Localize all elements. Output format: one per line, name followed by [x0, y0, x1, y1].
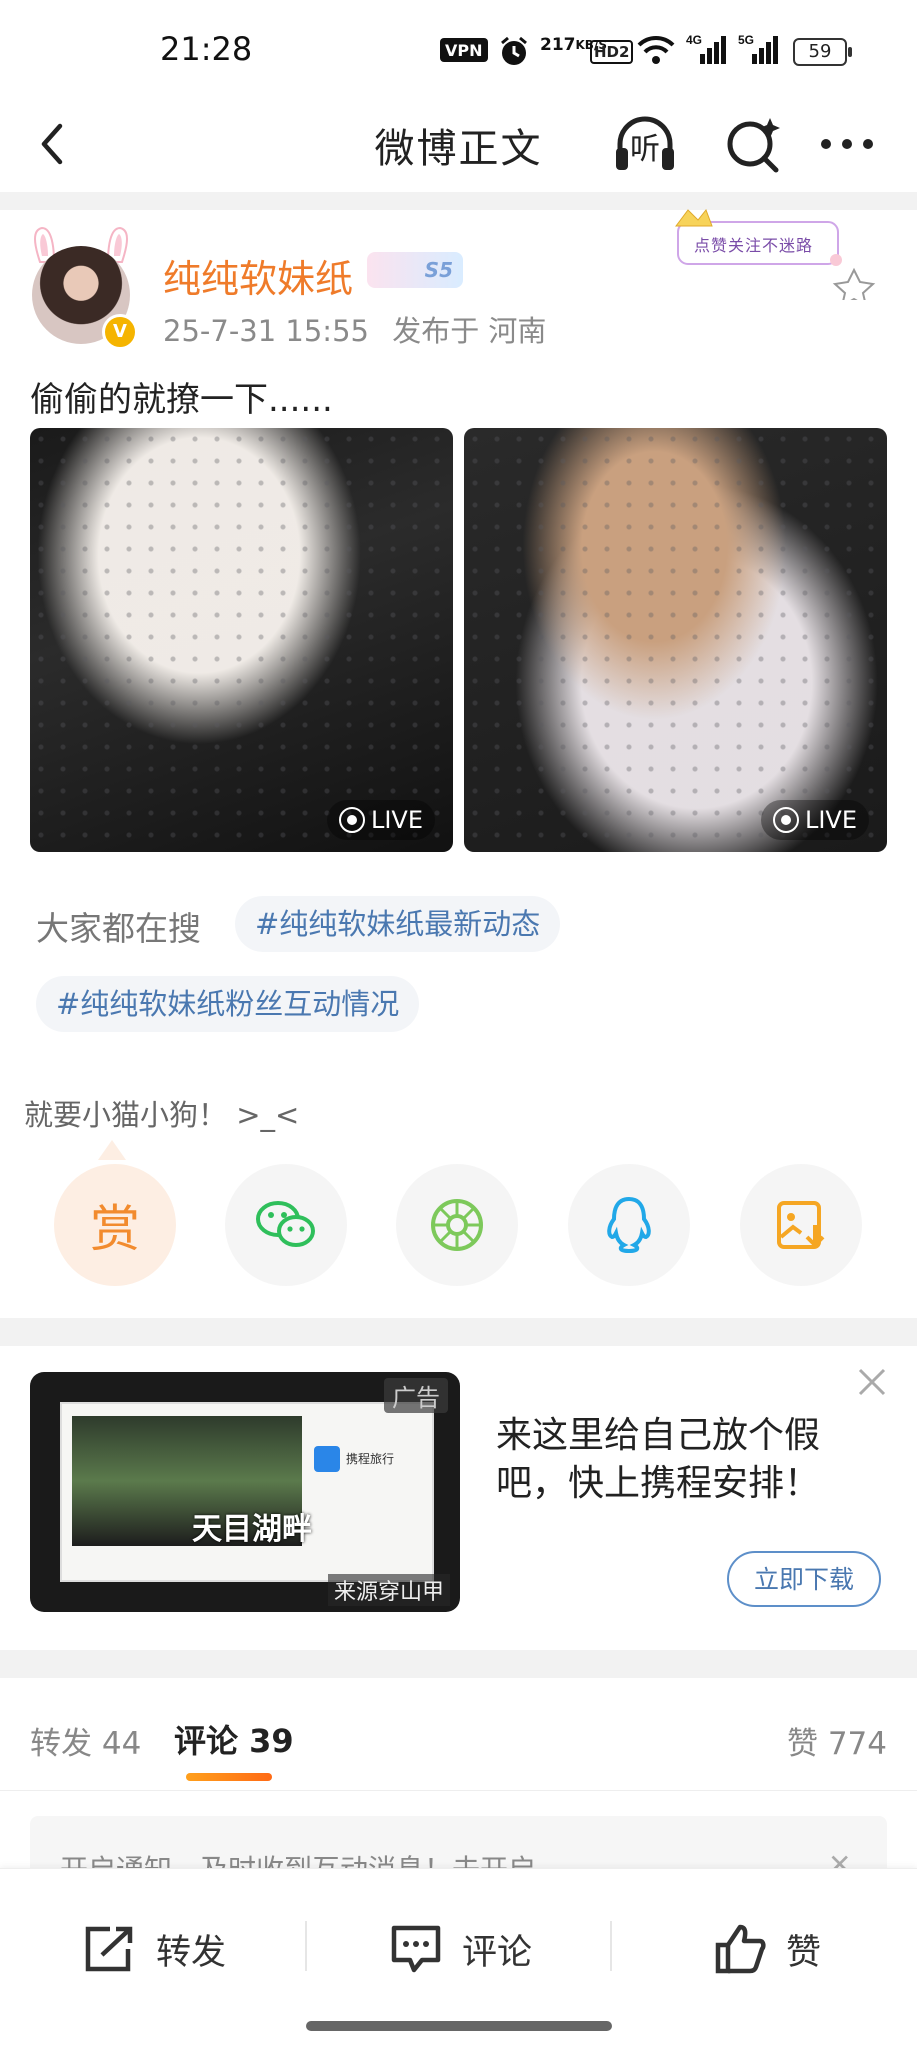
live-photo-badge[interactable]: LIVE [760, 800, 869, 840]
qq-icon [607, 1196, 651, 1254]
user-level-badge: S5 [367, 252, 463, 288]
download-button[interactable]: 立即下载 [727, 1551, 881, 1607]
post-photo-1[interactable]: LIVE [30, 428, 453, 852]
user-name[interactable]: 纯纯软妹纸 [163, 248, 353, 303]
reward-message: 就要小猫小狗！ >_< [24, 1098, 300, 1132]
svg-text:5G: 5G [738, 33, 754, 47]
ctrip-logo-icon [314, 1446, 340, 1472]
nav-header: 微博正文 听 [0, 100, 917, 192]
search-icon[interactable] [718, 108, 788, 178]
status-bar: 21:28 VPN 217 KB/S HD2 4G 5G 59 [0, 0, 917, 100]
sticker-text: 点赞关注不迷路 [694, 236, 814, 255]
back-button[interactable] [30, 114, 90, 174]
live-icon [338, 807, 365, 833]
status-time: 21:28 [160, 30, 253, 68]
signal-4g-icon: 4G [686, 33, 726, 64]
save-image-button[interactable] [740, 1164, 862, 1286]
ad-brand: 携程旅行 [346, 1452, 395, 1466]
verified-badge-icon: V [102, 314, 138, 350]
live-photo-badge[interactable]: LIVE [326, 800, 435, 840]
more-options-icon[interactable] [812, 108, 882, 178]
vpn-icon: VPN [440, 38, 488, 62]
ad-label: 广告 [384, 1378, 448, 1413]
listen-label: 听 [630, 132, 660, 167]
live-label: LIVE [804, 806, 857, 834]
topic-chip[interactable]: #纯纯软妹纸最新动态 [235, 896, 561, 952]
speed-value: 217 [540, 35, 576, 55]
share-qq-button[interactable] [568, 1164, 690, 1286]
post-time: 25-7-31 15:55 [163, 314, 369, 348]
save-image-icon [777, 1201, 825, 1249]
photo-pattern [30, 428, 453, 852]
svg-text:4G: 4G [686, 33, 702, 47]
separator [610, 1921, 612, 1971]
reward-pointer [98, 1140, 126, 1160]
comment-icon [391, 1925, 441, 1973]
ad-source: 来源穿山甲 [327, 1574, 450, 1606]
topic-chip[interactable]: #纯纯软妹纸粉丝互动情况 [36, 976, 420, 1032]
comment-label: 评论 [462, 1932, 533, 1973]
section-divider [0, 1650, 917, 1678]
separator [305, 1921, 307, 1971]
thumbs-up-icon [715, 1924, 766, 1974]
post-meta: 25-7-31 15:55 发布于 河南 [163, 308, 546, 350]
post-photo-2[interactable]: LIVE [464, 428, 887, 852]
reward-label: 赏 [90, 1200, 140, 1258]
home-indicator[interactable] [306, 2021, 612, 2031]
ad-image-content: 天目湖畔 携程旅行 [60, 1402, 434, 1582]
divider [0, 1790, 917, 1791]
post-location: 发布于 河南 [392, 314, 547, 348]
section-divider [0, 1318, 917, 1346]
moments-icon [431, 1199, 483, 1251]
alarm-icon [501, 36, 527, 65]
repost-label: 转发 [156, 1932, 227, 1973]
photo-pattern [464, 428, 887, 852]
tab-comments[interactable]: 评论 39 [174, 1716, 294, 1762]
tab-repost[interactable]: 转发 44 [30, 1718, 141, 1763]
live-icon [772, 807, 799, 833]
comment-button[interactable]: 评论 [388, 1919, 532, 1979]
like-button[interactable]: 赞 [712, 1919, 821, 1979]
close-icon[interactable] [854, 1364, 890, 1400]
post-text: 偷偷的就撩一下...... [30, 380, 333, 420]
trending-search-label: 大家都在搜 [36, 909, 201, 948]
reward-button[interactable]: 赏 [54, 1164, 176, 1286]
ad-image[interactable]: 天目湖畔 携程旅行 广告 来源穿山甲 [30, 1372, 460, 1612]
signal-5g-icon: 5G [738, 33, 778, 64]
hd-icon: HD2 [590, 40, 634, 64]
active-tab-indicator [186, 1773, 272, 1781]
share-moments-button[interactable] [396, 1164, 518, 1286]
listen-button[interactable]: 听 [610, 108, 680, 178]
ad-text[interactable]: 来这里给自己放个假吧，快上携程安排！ [496, 1412, 866, 1508]
wifi-icon [637, 35, 675, 64]
share-wechat-button[interactable] [225, 1164, 347, 1286]
like-label: 赞 [786, 1932, 822, 1973]
follow-sticker: 点赞关注不迷路 [668, 204, 888, 309]
tab-likes[interactable]: 赞 774 [787, 1718, 887, 1763]
wechat-icon [256, 1201, 315, 1247]
battery-indicator: 59 [793, 38, 852, 66]
ad-image-caption: 天目湖畔 [192, 1512, 312, 1547]
repost-button[interactable]: 转发 [82, 1919, 226, 1979]
live-label: LIVE [370, 806, 423, 834]
share-arrow-icon [85, 1926, 133, 1972]
